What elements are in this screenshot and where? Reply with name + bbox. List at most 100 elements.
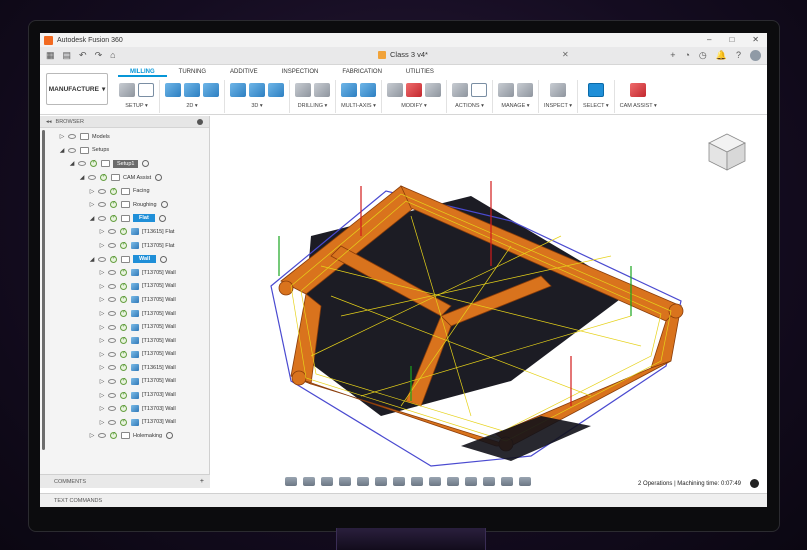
expand-icon[interactable]: ▷ — [88, 432, 96, 439]
tree-item-operation[interactable]: ▷ [T13705] Wall — [40, 266, 209, 280]
steep-shallow-icon[interactable] — [268, 83, 284, 97]
tree-item-setup1[interactable]: ◢ Setup1 — [40, 157, 209, 171]
setup-folder-icon[interactable] — [119, 83, 135, 97]
visibility-eye-icon[interactable] — [108, 406, 116, 412]
pin-icon[interactable] — [197, 119, 203, 125]
face-icon[interactable] — [203, 83, 219, 97]
activate-icon[interactable] — [158, 214, 166, 222]
home-icon[interactable]: ⌂ — [110, 50, 115, 61]
collapse-icon[interactable]: ◢ — [88, 215, 96, 222]
pocket-clearing-icon[interactable] — [249, 83, 265, 97]
visibility-eye-icon[interactable] — [98, 188, 106, 194]
notifications-icon[interactable]: 🔔 — [716, 50, 727, 61]
orbit-icon[interactable] — [285, 477, 297, 486]
tree-item-cam-assist[interactable]: ◢ CAM Assist — [40, 171, 209, 185]
template-icon[interactable] — [517, 83, 533, 97]
collapse-icon[interactable]: ◢ — [78, 174, 86, 181]
tree-item-operation[interactable]: ▷ [T13705] Wall — [40, 320, 209, 334]
expand-icon[interactable]: ▷ — [88, 201, 96, 208]
drilling-group[interactable]: DRILLING ▾ — [290, 80, 336, 113]
visibility-eye-icon[interactable] — [88, 175, 96, 181]
visibility-eye-icon[interactable] — [98, 202, 106, 208]
tree-item-wall[interactable]: ◢ Wall — [40, 252, 209, 266]
visibility-eye-icon[interactable] — [108, 243, 116, 249]
visibility-eye-icon[interactable] — [108, 324, 116, 330]
select-group[interactable]: SELECT ▾ — [578, 80, 615, 113]
tab-utilities[interactable]: UTILITIES — [394, 67, 446, 77]
expand-icon[interactable]: ▷ — [98, 419, 106, 426]
post-process-icon[interactable] — [471, 83, 487, 97]
tree-item-operation[interactable]: ▷ [T13615] Flat — [40, 225, 209, 239]
visibility-eye-icon[interactable] — [108, 297, 116, 303]
fit-icon[interactable] — [357, 477, 369, 486]
expand-icon[interactable]: ▷ — [98, 351, 106, 358]
grid-settings-icon[interactable] — [393, 477, 405, 486]
visibility-eye-icon[interactable] — [108, 351, 116, 357]
document-tab[interactable]: Class 3 v4* ✕ — [378, 50, 569, 59]
activate-icon[interactable] — [166, 432, 174, 440]
visibility-eye-icon[interactable] — [108, 338, 116, 344]
adaptive-clearing-icon[interactable] — [230, 83, 246, 97]
drilling-group-label[interactable]: DRILLING ▾ — [298, 103, 328, 109]
visibility-eye-icon[interactable] — [98, 433, 106, 439]
browser-header[interactable]: ◂◂ BROWSER — [40, 116, 209, 128]
tree-item-operation[interactable]: ▷ [T13703] Wall — [40, 388, 209, 402]
avatar[interactable] — [750, 50, 761, 61]
3d-viewport[interactable]: 2 Operations | Machining time: 0:07:49 — [211, 116, 767, 493]
activate-icon[interactable] — [142, 160, 150, 168]
tree-item-operation[interactable]: ▷ [T13705] Wall — [40, 334, 209, 348]
expand-icon[interactable]: ▷ — [98, 337, 106, 344]
2d-group-label[interactable]: 2D ▾ — [186, 103, 197, 109]
cam-assist-icon[interactable] — [630, 83, 647, 97]
collapse-icon[interactable]: ◂◂ — [46, 119, 52, 125]
visibility-eye-icon[interactable] — [108, 283, 116, 289]
delete-icon[interactable] — [406, 83, 422, 97]
setup-group[interactable]: SETUP ▾ — [114, 80, 160, 113]
effects-icon[interactable] — [483, 477, 495, 486]
collapse-icon[interactable]: ◢ — [58, 147, 66, 154]
nc-program-icon[interactable] — [138, 83, 154, 97]
expand-icon[interactable]: ▷ — [98, 310, 106, 317]
2d-pocket-icon[interactable] — [184, 83, 200, 97]
multi-axis-group-label[interactable]: MULTI-AXIS ▾ — [341, 103, 376, 109]
expand-icon[interactable]: ▷ — [58, 133, 66, 140]
tree-item-operation[interactable]: ▷ [T13705] Wall — [40, 307, 209, 321]
visibility-eye-icon[interactable] — [68, 147, 76, 153]
activate-icon[interactable] — [160, 255, 168, 263]
expand-icon[interactable]: ▷ — [88, 188, 96, 195]
visibility-eye-icon[interactable] — [98, 256, 106, 262]
tree-item-setups[interactable]: ◢ Setups — [40, 144, 209, 158]
close-button[interactable]: ✕ — [752, 35, 759, 44]
sectioning-icon[interactable] — [429, 477, 441, 486]
expand-icon[interactable]: ▷ — [98, 228, 106, 235]
file-icon[interactable]: ▤ — [63, 50, 72, 61]
manage-group[interactable]: MANAGE ▾ — [493, 80, 539, 113]
simulate-icon[interactable] — [452, 83, 468, 97]
drill-icon[interactable] — [295, 83, 311, 97]
tab-additive[interactable]: ADDITIVE — [218, 67, 270, 77]
collapse-icon[interactable]: ◢ — [88, 256, 96, 263]
2d-adaptive-icon[interactable] — [165, 83, 181, 97]
select-group-label[interactable]: SELECT ▾ — [583, 103, 609, 109]
text-commands-bar[interactable]: TEXT COMMANDS — [40, 493, 767, 507]
pan-icon[interactable] — [321, 477, 333, 486]
expand-icon[interactable]: ▷ — [98, 242, 106, 249]
tree-item-operation[interactable]: ▷ [T13703] Wall — [40, 402, 209, 416]
expand-icon[interactable]: ▷ — [98, 296, 106, 303]
tree-item-holemaking[interactable]: ▷ Holemaking — [40, 429, 209, 443]
activate-icon[interactable] — [155, 174, 163, 182]
swarf-icon[interactable] — [341, 83, 357, 97]
visibility-eye-icon[interactable] — [98, 215, 106, 221]
select-cursor-icon[interactable] — [587, 83, 604, 97]
expand-icon[interactable]: ▷ — [98, 364, 106, 371]
setup-group-label[interactable]: SETUP ▾ — [125, 103, 148, 109]
undo-icon[interactable]: ↶ — [79, 50, 87, 61]
tab-inspection[interactable]: INSPECTION — [270, 67, 331, 77]
maximize-button[interactable]: □ — [729, 35, 734, 44]
look-at-icon[interactable] — [303, 477, 315, 486]
expand-icon[interactable]: ▷ — [98, 283, 106, 290]
tree-item-flat[interactable]: ◢ Flat — [40, 212, 209, 226]
expand-icon[interactable]: ▷ — [98, 405, 106, 412]
visibility-eye-icon[interactable] — [108, 311, 116, 317]
redo-icon[interactable]: ↷ — [95, 50, 103, 61]
